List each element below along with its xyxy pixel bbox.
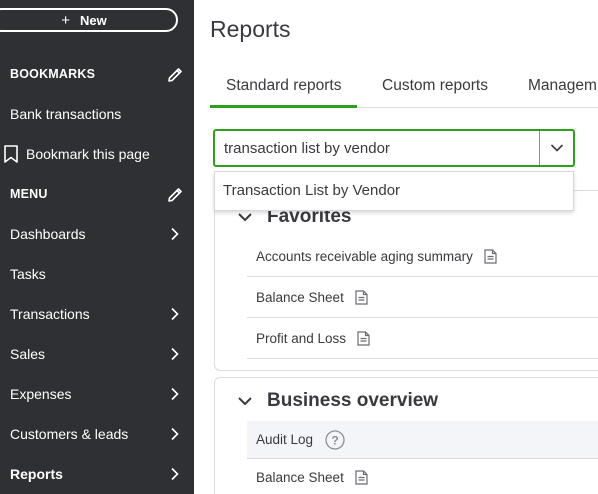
new-button-label: New [80,12,107,28]
business-overview-title: Business overview [267,390,439,411]
chevron-right-icon [171,307,179,321]
sidebar-item-label: Reports [10,466,63,482]
sidebar-item-label: Expenses [10,386,72,402]
favorites-section: Favorites Accounts receivable aging summ… [214,190,598,371]
pencil-icon[interactable] [166,186,184,204]
sidebar-item-dashboards[interactable]: Dashboards [0,214,194,254]
menu-heading-label: MENU [10,187,48,201]
document-icon [357,330,370,346]
business-overview-section: Business overview Audit Log ? Balance Sh… [214,377,598,494]
report-row[interactable]: Balance Sheet [247,277,598,318]
report-link[interactable]: Audit Log [256,432,313,447]
svg-text:?: ? [331,433,338,447]
sidebar-item-customers-leads[interactable]: Customers & leads [0,414,194,454]
report-row[interactable]: Audit Log ? [247,421,598,459]
search-suggestions: Transaction List by Vendor [214,171,574,211]
report-link[interactable]: Balance Sheet [256,470,344,485]
document-icon [484,248,497,264]
new-button[interactable]: + New [0,8,178,32]
help-icon[interactable]: ? [325,429,345,450]
document-icon [355,289,368,305]
chevron-right-icon [171,427,179,441]
tab-custom-reports[interactable]: Custom reports [382,74,488,108]
report-link[interactable]: Balance Sheet [256,290,344,305]
tab-management-reports[interactable]: Managem [528,74,597,108]
sidebar-item-label: Bookmark this page [26,146,150,162]
chevron-right-icon [171,227,179,241]
sidebar-item-label: Dashboards [10,226,86,242]
tab-standard-reports[interactable]: Standard reports [210,74,358,108]
sidebar-item-label: Transactions [10,306,90,322]
report-link[interactable]: Accounts receivable aging summary [256,249,473,264]
business-overview-header[interactable]: Business overview [237,390,438,412]
bookmark-this-page-button[interactable]: Bookmark this page [0,134,194,174]
chevron-right-icon [171,387,179,401]
chevron-right-icon [171,467,179,481]
left-sidebar: + New BOOKMARKS Bank transactions Bookma… [0,0,194,494]
report-search-combobox [213,129,575,167]
bookmarks-heading: BOOKMARKS [0,54,194,94]
sidebar-item-expenses[interactable]: Expenses [0,374,194,414]
sidebar-item-label: Customers & leads [10,426,129,442]
report-row[interactable]: Accounts receivable aging summary [247,236,598,277]
bookmark-icon [4,145,18,163]
report-tabs: Standard reports Custom reports Managem [210,74,598,108]
chevron-down-icon [238,397,252,406]
sidebar-item-reports[interactable]: Reports [0,454,194,494]
sidebar-item-label: Bank transactions [10,106,122,122]
chevron-down-icon [238,213,252,222]
sidebar-item-transactions[interactable]: Transactions [0,294,194,334]
menu-heading: MENU [0,174,194,214]
bookmarks-heading-label: BOOKMARKS [10,67,96,81]
report-link[interactable]: Profit and Loss [256,331,346,346]
chevron-down-icon [550,144,563,152]
document-icon [355,470,368,485]
sidebar-item-label: Tasks [10,266,46,282]
sidebar-item-sales[interactable]: Sales [0,334,194,374]
chevron-right-icon [171,347,179,361]
report-row[interactable]: Balance Sheet [247,459,598,494]
suggestion-item[interactable]: Transaction List by Vendor [223,182,400,199]
plus-icon: + [61,11,71,29]
sidebar-item-label: Sales [10,346,46,362]
sidebar-item-tasks[interactable]: Tasks [0,254,194,294]
report-row[interactable]: Profit and Loss [247,318,598,359]
report-search-input[interactable] [215,131,539,165]
main-content: Reports Standard reports Custom reports … [194,0,598,494]
pencil-icon[interactable] [166,66,184,84]
page-title: Reports [210,16,291,42]
sidebar-item-bank-transactions[interactable]: Bank transactions [0,94,194,134]
search-dropdown-button[interactable] [539,131,573,165]
